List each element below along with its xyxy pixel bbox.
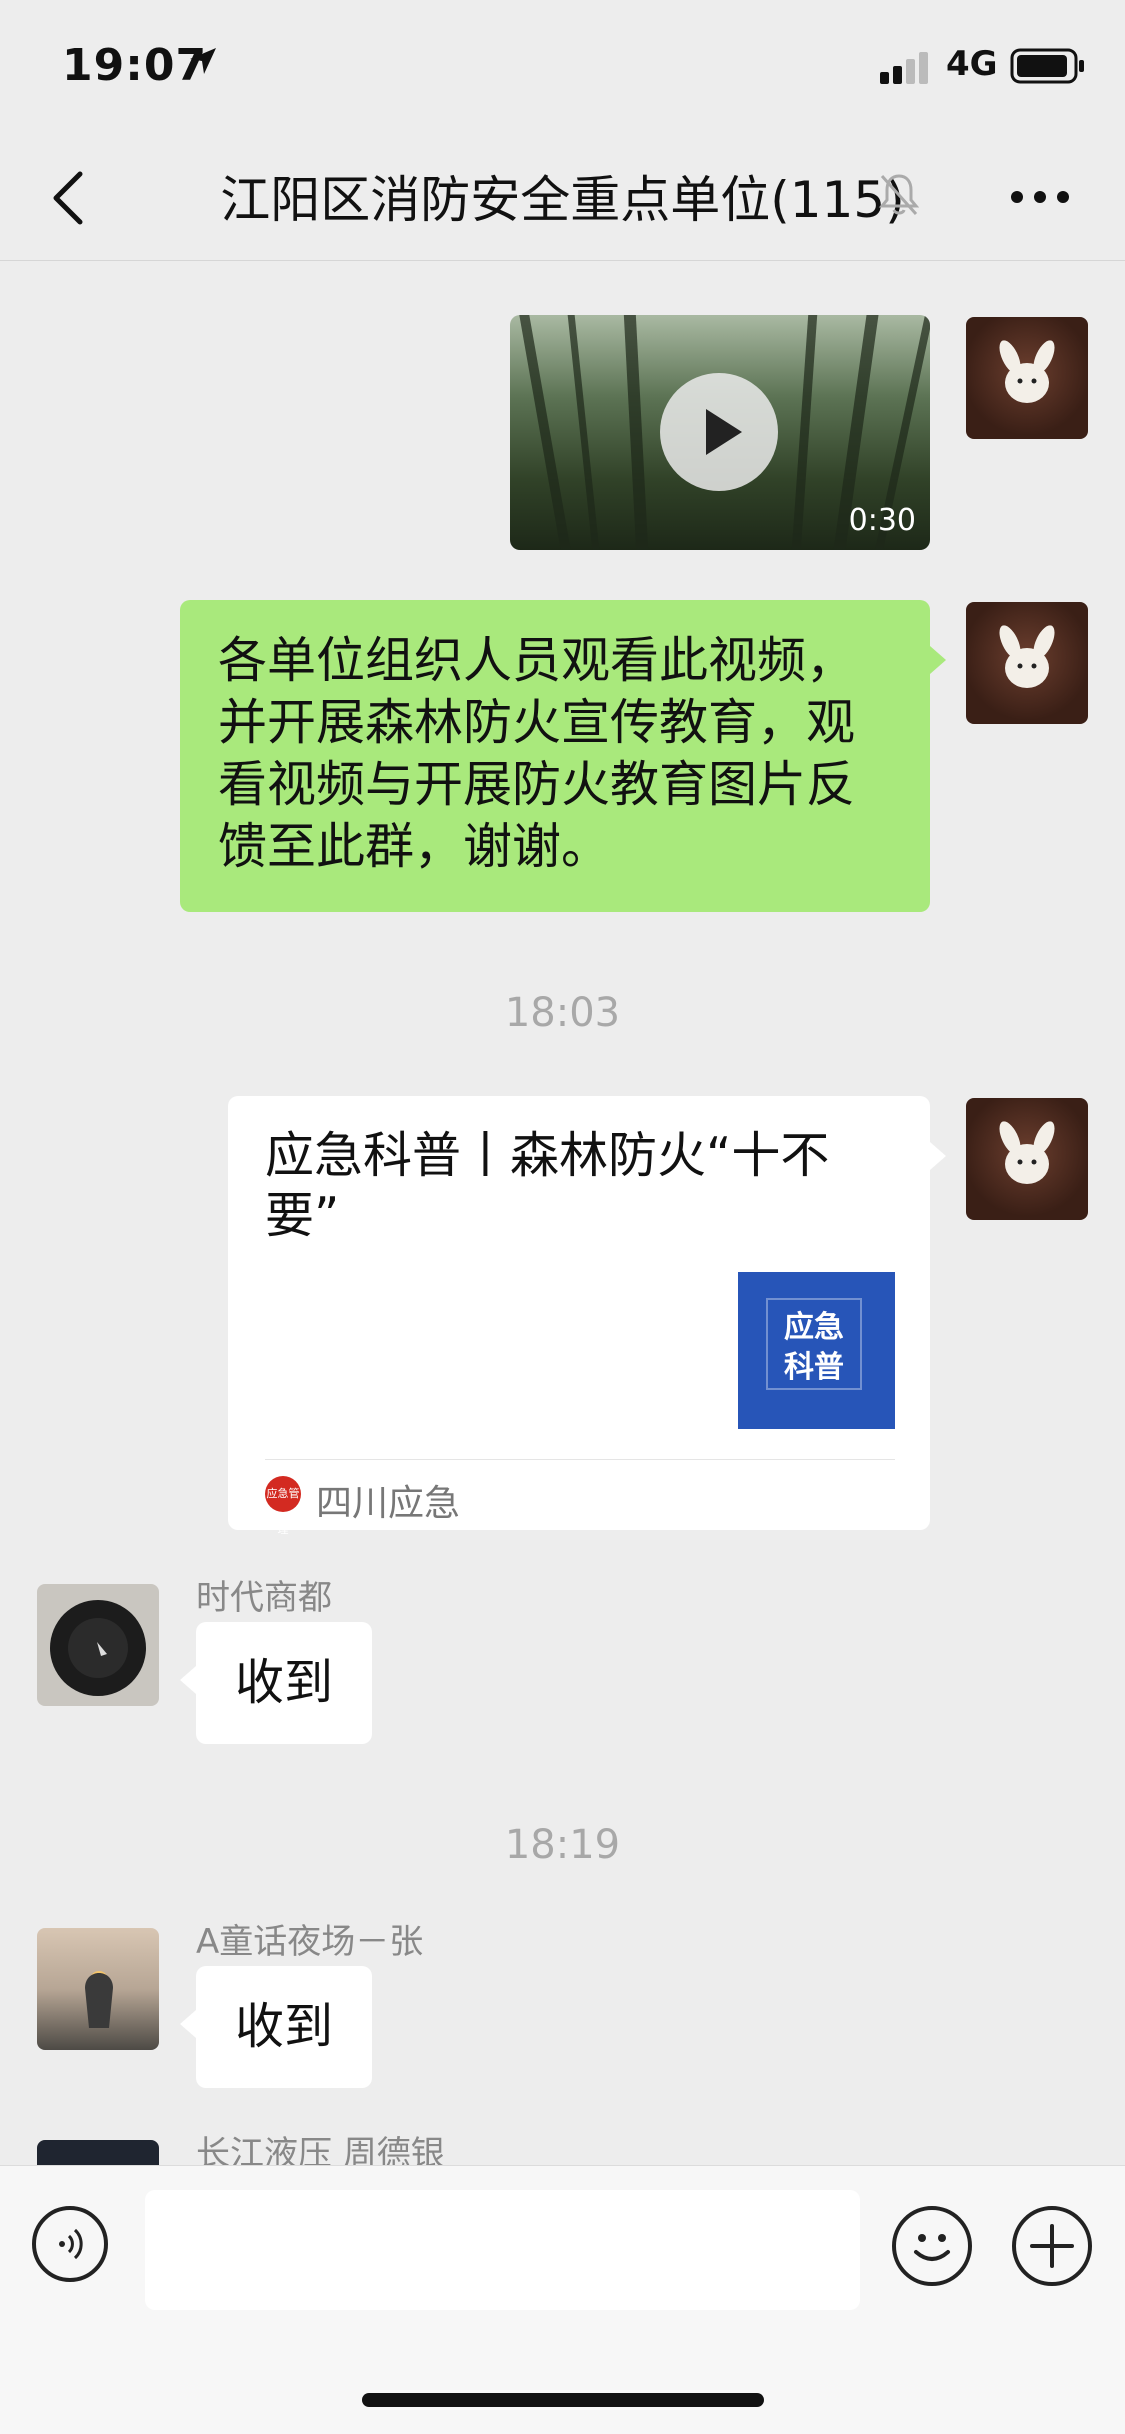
message-text: 收到 — [234, 1654, 333, 1711]
timestamp: 18:03 — [504, 990, 621, 1036]
bubble-tail — [180, 2010, 196, 2038]
video-duration: 0:30 — [848, 503, 916, 538]
bubble-tail — [180, 1666, 196, 1694]
avatar[interactable] — [37, 1928, 159, 2050]
article-title: 应急科普丨森林防火“十不要” — [265, 1127, 830, 1244]
avatar[interactable] — [37, 2140, 159, 2165]
mute-bell-icon — [878, 174, 920, 216]
voice-icon[interactable] — [32, 2206, 108, 2282]
network-type: 4G — [946, 44, 998, 84]
message-text: 各单位组织人员观看此视频，并开展森林防火宣传教育，观看视频与开展防火教育图片反馈… — [218, 632, 856, 875]
avatar[interactable] — [966, 602, 1088, 724]
bubble-tail — [930, 1142, 946, 1170]
more-icon[interactable] — [1010, 190, 1070, 204]
article-card[interactable]: 应急科普丨森林防火“十不要” 应急 科普 应急管理 四川应急 — [228, 1096, 930, 1536]
timestamp: 18:19 — [504, 1822, 621, 1868]
message-bubble[interactable]: 各单位组织人员观看此视频，并开展森林防火宣传教育，观看视频与开展防火教育图片反馈… — [180, 600, 930, 912]
status-time: 19:07 — [62, 40, 208, 91]
article-source: 四川应急 — [316, 1483, 461, 1524]
message-text: 收到 — [234, 1998, 333, 2055]
bubble-tail — [930, 646, 946, 674]
chat-title: 江阳区消防安全重点单位(115) — [220, 171, 905, 229]
avatar[interactable] — [966, 1098, 1088, 1220]
message-bubble[interactable]: 收到 — [196, 1622, 372, 1744]
avatar[interactable] — [37, 1584, 159, 1706]
plus-icon[interactable] — [1012, 2206, 1092, 2286]
sender-name: 时代商都 — [196, 1578, 332, 1618]
source-logo-icon: 应急管理 — [265, 1476, 301, 1536]
location-arrow-icon — [190, 48, 216, 74]
emoji-icon[interactable] — [892, 2206, 972, 2286]
message-input[interactable] — [145, 2190, 860, 2310]
video-message[interactable]: 0:30 — [510, 315, 930, 550]
sender-name: 长江液压 周德银 — [196, 2134, 445, 2165]
play-icon[interactable] — [660, 373, 778, 491]
message-bubble[interactable]: 收到 — [196, 1966, 372, 2088]
signal-icon — [880, 52, 928, 84]
home-indicator — [362, 2393, 764, 2407]
sender-name: A童话夜场－张 — [196, 1922, 424, 1962]
avatar[interactable] — [966, 317, 1088, 439]
battery-icon — [1010, 48, 1084, 84]
divider — [265, 1459, 895, 1460]
article-thumbnail: 应急 科普 — [738, 1272, 895, 1429]
